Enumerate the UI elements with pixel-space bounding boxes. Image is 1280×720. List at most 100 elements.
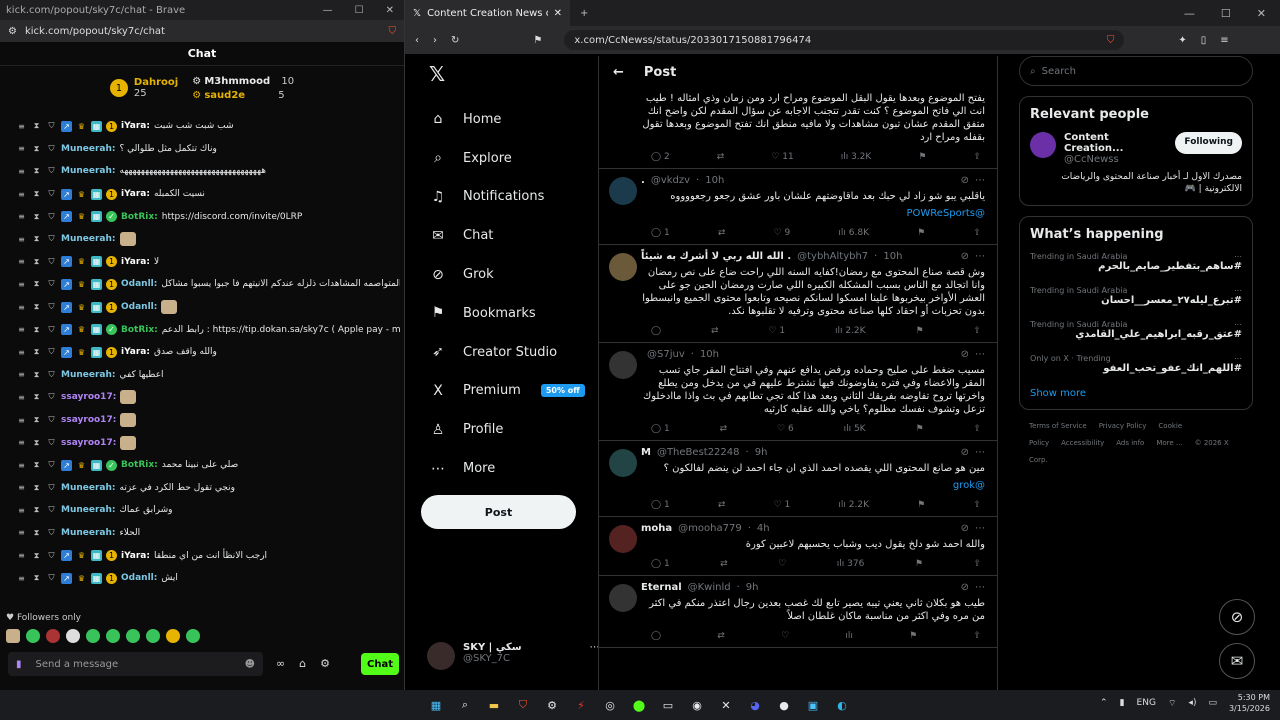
repost-icon[interactable]: ⇄ [718,500,726,510]
footer-link[interactable]: Accessibility [1061,439,1104,447]
message-input[interactable]: ▮ Send a message ☻ [8,652,263,676]
more-icon[interactable]: ⋯ [975,251,985,262]
following-button[interactable]: Following [1175,132,1242,154]
footer-link[interactable]: More ... [1156,439,1182,447]
tweet-author[interactable]: . [641,175,645,186]
search-input[interactable]: ⌕ Search [1019,56,1253,86]
like-icon[interactable]: ♡ 1 [768,326,785,336]
brave-shield-icon[interactable]: ⛉ [1107,35,1115,46]
messages-icon[interactable]: ✉ [1219,643,1255,679]
views-icon[interactable]: ılı 3.2K [841,152,872,162]
tweet[interactable]: @S7juv · 10h ⊘ ⋯ مسيب ضغط على صليح وحماده ورف… [599,343,997,441]
language-indicator[interactable]: ENG [1137,698,1156,708]
more-icon[interactable]: ⋯ [975,447,985,458]
trend-item[interactable]: Trending in Saudi Arabia ⋯ #تبرع_ليله٢٧_مع… [1030,286,1242,306]
app-icon[interactable]: ● [775,696,793,714]
avatar[interactable] [609,584,637,612]
share-icon[interactable]: ⇧ [973,559,981,569]
grok-icon[interactable]: ⊘ [961,582,969,593]
views-icon[interactable]: ılı 376 [837,559,865,569]
app-icon[interactable]: ◎ [601,696,619,714]
reply-icon[interactable]: ◯ 1 [651,500,670,510]
chevron-up-icon[interactable]: ⌃ [1100,698,1108,708]
minimize-icon[interactable]: — [323,5,333,16]
maximize-icon[interactable]: ☐ [355,5,364,16]
more-icon[interactable]: ⋯ [1234,252,1242,261]
extensions-icon[interactable]: ✦ [1178,35,1186,46]
minimize-icon[interactable]: — [1184,7,1195,20]
avatar[interactable] [609,351,637,379]
app-icon[interactable]: ◉ [688,696,706,714]
grok-icon[interactable]: ⊘ [961,175,969,186]
tweet-handle[interactable]: @mooha779 [678,523,742,534]
trend-item[interactable]: Only on X · Trending ⋯ #اللهم_انك_عفو_تحب_… [1030,354,1242,374]
close-icon[interactable]: ✕ [1257,7,1266,20]
site-info-icon[interactable]: ⚙ [8,26,17,37]
chat-username[interactable]: Odanll: [121,279,157,289]
tweet[interactable]: الله الله ربي لا أشرك به شيئاً . @tybhAlt… [599,245,997,343]
emote-icon[interactable] [66,629,80,643]
back-arrow-icon[interactable]: ← [613,65,624,80]
tweet-mention[interactable]: @grok [611,479,985,492]
battery-icon[interactable]: ▭ [1208,698,1217,708]
bookmark-icon[interactable]: ⚑ [915,559,923,569]
emote-icon[interactable] [166,629,180,643]
mic-icon[interactable]: ▮ [16,659,22,670]
avatar[interactable] [1030,132,1056,158]
discord-icon[interactable]: ◕ [746,696,764,714]
points-icon[interactable]: ∞ [276,657,285,670]
forward-icon[interactable]: › [433,35,437,46]
grok-icon[interactable]: ⊘ [961,523,969,534]
search-icon[interactable]: ⌕ [456,696,474,714]
tweet-time[interactable]: 10h [883,251,902,262]
app-icon[interactable]: ▭ [659,696,677,714]
tweet-handle[interactable]: @tybhAltybh7 [797,251,868,262]
nav-item-profile[interactable]: ♙ Profile [425,410,595,449]
nav-item-creator-studio[interactable]: ➶ Creator Studio [425,333,595,372]
tweet-time[interactable]: 10h [705,175,724,186]
tweet-mention[interactable]: @POWReSports [611,207,986,220]
chat-username[interactable]: Muneerah: [61,505,116,515]
grok-icon[interactable]: ⊘ [961,349,969,360]
repost-icon[interactable]: ⇄ [717,631,725,641]
bookmark-icon[interactable]: ⚑ [909,631,917,641]
views-icon[interactable]: ılı [845,631,853,641]
bookmark-icon[interactable]: ⚑ [915,326,923,336]
grok-icon[interactable]: ⊘ [961,447,969,458]
bookmark-icon[interactable]: ⚑ [917,228,925,238]
back-icon[interactable]: ‹ [415,35,419,46]
bookmark-icon[interactable]: ⚑ [533,35,542,46]
more-icon[interactable]: ⋯ [975,582,985,593]
app-icon[interactable]: ⚙ [543,696,561,714]
emote-icon[interactable] [126,629,140,643]
tweet-time[interactable]: 9h [746,582,759,593]
brave-icon[interactable]: ⛉ [514,696,532,714]
emote-icon[interactable] [46,629,60,643]
brave-shield-icon[interactable]: ⛉ [389,26,397,37]
views-icon[interactable]: ılı 2.2K [838,500,869,510]
tweet[interactable]: moha @mooha779 · 4h ⊘ ⋯ والله احمد شو دلخ يقول… [599,517,997,576]
tweet[interactable]: . @vkdzv · 10h ⊘ ⋯ ياقلبي يبو شو زاد لي حبك بع… [599,169,997,245]
tweet[interactable]: M @TheBest22248 · 9h ⊘ ⋯ مين هو صانع المحتوى ا… [599,441,997,517]
like-icon[interactable]: ♡ 11 [771,152,793,162]
emote-icon[interactable] [146,629,160,643]
chat-username[interactable]: Muneerah: [61,234,116,244]
chat-username[interactable]: Muneerah: [61,483,116,493]
app-icon[interactable]: ⚡ [572,696,590,714]
emote-icon[interactable] [106,629,120,643]
chat-username[interactable]: iYara: [121,257,150,267]
chat-username[interactable]: iYara: [121,551,150,561]
views-icon[interactable]: ılı 5K [844,424,866,434]
grok-icon[interactable]: ⊘ [1219,599,1255,635]
avatar[interactable] [609,253,637,281]
tweet[interactable]: Eternal @Kwinld · 9h ⊘ ⋯ طيب هو بكلان ثاني يعن… [599,576,997,648]
tweet[interactable]: يفتح الموضوع وبعدها يقول البقل الموضوع و… [599,92,997,169]
nav-item-bookmarks[interactable]: ⚑ Bookmarks [425,294,595,333]
like-icon[interactable]: ♡ 1 [774,500,791,510]
more-icon[interactable]: ⋯ [975,175,985,186]
like-icon[interactable]: ♡ [781,631,789,641]
close-icon[interactable]: ✕ [386,5,394,16]
reply-icon[interactable]: ◯ 1 [651,559,670,569]
tweet-handle[interactable]: @TheBest22248 [657,447,740,458]
reply-icon[interactable]: ◯ [651,326,661,336]
